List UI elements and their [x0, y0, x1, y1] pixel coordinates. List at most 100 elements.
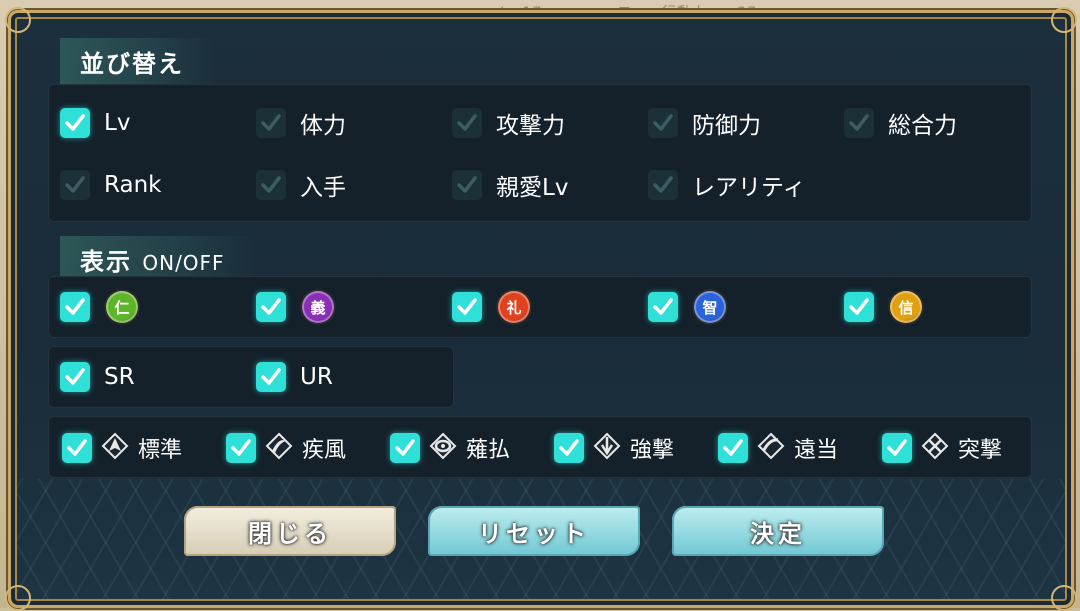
- weapon-filter-option[interactable]: 強撃: [554, 428, 674, 468]
- weapon-filter-option[interactable]: 標準: [62, 428, 182, 468]
- checkbox[interactable]: [60, 292, 90, 322]
- option-label: Rank: [104, 172, 162, 198]
- reset-button[interactable]: リセット: [428, 506, 640, 556]
- sort-option[interactable]: 防御力: [648, 103, 761, 143]
- corner-ornament-icon: [5, 7, 31, 33]
- option-label: 防御力: [692, 113, 761, 139]
- option-label: 薙払: [466, 438, 511, 463]
- checkbox[interactable]: [226, 433, 256, 463]
- checkmark-icon: [261, 176, 281, 193]
- attribute-badge-icon: 義: [302, 291, 334, 323]
- option-label: 総合力: [888, 113, 957, 139]
- attribute-filter-option[interactable]: 礼: [452, 287, 530, 327]
- checkmark-icon: [65, 368, 85, 385]
- checkmark-icon: [849, 298, 869, 315]
- checkmark-icon: [65, 114, 85, 131]
- sort-option[interactable]: Lv: [60, 103, 130, 143]
- checkmark-icon: [65, 298, 85, 315]
- standard-weapon-icon: [100, 431, 130, 465]
- checkmark-icon: [261, 368, 281, 385]
- strike-weapon-icon: [592, 431, 622, 465]
- checkmark-icon: [65, 176, 85, 193]
- option-label: 強撃: [630, 438, 675, 463]
- gale-weapon-icon: [264, 431, 294, 465]
- checkmark-icon: [653, 114, 673, 131]
- weapon-filter-option[interactable]: 突撃: [882, 428, 1002, 468]
- checkbox[interactable]: [844, 292, 874, 322]
- rarity-filter-option[interactable]: SR: [60, 357, 135, 397]
- checkmark-icon: [559, 439, 579, 456]
- checkbox[interactable]: [452, 170, 482, 200]
- checkbox[interactable]: [60, 108, 90, 138]
- checkmark-icon: [457, 298, 477, 315]
- checkmark-icon: [261, 114, 281, 131]
- attribute-badge-icon: 信: [890, 291, 922, 323]
- checkbox[interactable]: [718, 433, 748, 463]
- checkmark-icon: [457, 176, 477, 193]
- sort-option[interactable]: Rank: [60, 165, 161, 205]
- attribute-filter-option[interactable]: 義: [256, 287, 334, 327]
- checkbox[interactable]: [648, 108, 678, 138]
- attribute-badge-icon: 仁: [106, 291, 138, 323]
- checkbox[interactable]: [648, 292, 678, 322]
- attribute-badge-icon: 礼: [498, 291, 530, 323]
- close-button[interactable]: 閉じる: [184, 506, 396, 556]
- option-label: SR: [104, 364, 135, 390]
- attribute-filter-option[interactable]: 智: [648, 287, 726, 327]
- checkbox[interactable]: [60, 362, 90, 392]
- option-label: 親愛Lv: [496, 175, 569, 201]
- weapon-filter-option[interactable]: 薙払: [390, 428, 510, 468]
- option-label: 疾風: [302, 438, 347, 463]
- checkmark-icon: [395, 439, 415, 456]
- sort-option[interactable]: レアリティ: [648, 165, 806, 205]
- checkbox[interactable]: [844, 108, 874, 138]
- option-label: Lv: [104, 110, 131, 136]
- sort-option[interactable]: 親愛Lv: [452, 165, 568, 205]
- checkmark-icon: [653, 298, 673, 315]
- checkbox[interactable]: [882, 433, 912, 463]
- weapon-filter-option[interactable]: 疾風: [226, 428, 346, 468]
- checkmark-icon: [67, 439, 87, 456]
- option-label: UR: [300, 364, 333, 390]
- checkbox[interactable]: [452, 108, 482, 138]
- checkmark-icon: [723, 439, 743, 456]
- checkmark-icon: [849, 114, 869, 131]
- checkbox[interactable]: [60, 170, 90, 200]
- checkmark-icon: [887, 439, 907, 456]
- checkmark-icon: [653, 176, 673, 193]
- rarity-filter-option[interactable]: UR: [256, 357, 333, 397]
- sort-option[interactable]: 体力: [256, 103, 346, 143]
- sweep-weapon-icon: [428, 431, 458, 465]
- option-label: 突撃: [958, 438, 1003, 463]
- corner-ornament-icon: [1051, 7, 1077, 33]
- sort-option[interactable]: 総合力: [844, 103, 957, 143]
- checkmark-icon: [261, 298, 281, 315]
- ranged-weapon-icon: [756, 431, 786, 465]
- checkbox[interactable]: [648, 170, 678, 200]
- checkmark-icon: [457, 114, 477, 131]
- sort-section-title: 並び替え: [60, 38, 214, 85]
- option-label: 標準: [138, 438, 183, 463]
- checkbox[interactable]: [62, 433, 92, 463]
- checkbox[interactable]: [390, 433, 420, 463]
- checkbox[interactable]: [452, 292, 482, 322]
- checkbox[interactable]: [256, 170, 286, 200]
- corner-ornament-icon: [1051, 585, 1077, 611]
- weapon-filter-option[interactable]: 遠当: [718, 428, 838, 468]
- attribute-badge-icon: 智: [694, 291, 726, 323]
- checkmark-icon: [231, 439, 251, 456]
- sort-option[interactable]: 入手: [256, 165, 346, 205]
- option-label: レアリティ: [692, 175, 806, 201]
- sort-option[interactable]: 攻撃力: [452, 103, 565, 143]
- checkbox[interactable]: [256, 362, 286, 392]
- attribute-filter-option[interactable]: 信: [844, 287, 922, 327]
- confirm-button[interactable]: 決定: [672, 506, 884, 556]
- checkbox[interactable]: [554, 433, 584, 463]
- option-label: 入手: [300, 175, 346, 201]
- charge-weapon-icon: [920, 431, 950, 465]
- option-label: 攻撃力: [496, 113, 565, 139]
- checkbox[interactable]: [256, 108, 286, 138]
- attribute-filter-option[interactable]: 仁: [60, 287, 138, 327]
- option-label: 体力: [300, 113, 346, 139]
- checkbox[interactable]: [256, 292, 286, 322]
